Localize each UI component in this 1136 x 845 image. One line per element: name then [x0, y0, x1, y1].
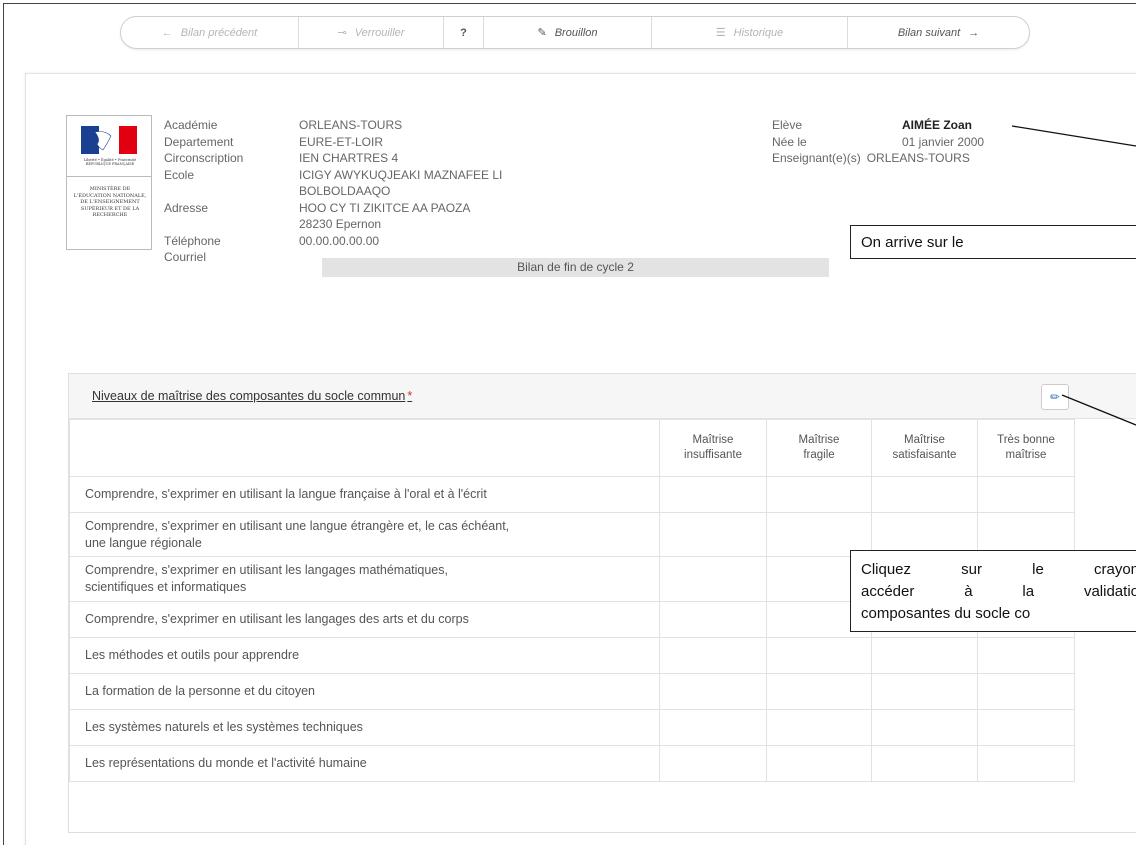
row-label: Les méthodes et outils pour apprendre [69, 637, 660, 674]
callout-pencil: Cliquez sur le crayon accéder à la valid… [850, 550, 1136, 632]
help-label: ? [460, 26, 467, 39]
table-row: La formation de la personne et du citoye… [69, 673, 1075, 710]
level-cell [766, 673, 872, 710]
ecole-label: Ecole [164, 167, 195, 182]
header-satisfaisante: Maîtrise satisfaisante [871, 419, 978, 477]
level-cell [977, 637, 1075, 674]
header-component [69, 419, 660, 477]
departement-value: EURE-ET-LOIR [299, 134, 384, 149]
school-info: Académie ORLEANS-TOURS Departement EURE-ET… [164, 117, 502, 266]
table-row: Les méthodes et outils pour apprendre [69, 637, 1075, 674]
level-cell [659, 673, 767, 710]
section-title: Niveaux de maîtrise des composantes du s… [92, 389, 413, 403]
next-bilan-label: Bilan suivant [897, 26, 961, 39]
level-cell [871, 476, 978, 513]
row-label: Comprendre, s'exprimer en utilisant les … [69, 556, 660, 602]
level-cell [659, 476, 767, 513]
level-cell [871, 745, 978, 782]
level-cell [659, 512, 767, 557]
birth-label: Née le [772, 134, 807, 149]
marianne-flag-icon [81, 126, 137, 154]
courriel-label: Courriel [164, 250, 207, 264]
callout-pencil-line-3: composantes du socle co [861, 605, 1031, 622]
teacher-value: ORLEANS-TOURS [866, 151, 970, 165]
level-cell [766, 476, 872, 513]
edit-pencil-button[interactable]: ✏ [1041, 384, 1069, 410]
section-header: Niveaux de maîtrise des composantes du s… [69, 374, 1136, 419]
departement-label: Departement [164, 134, 234, 149]
bilan-title: Bilan de fin de cycle 2 [322, 258, 829, 277]
circonscription-label: Circonscription [164, 151, 244, 165]
adresse-value-2: 28230 Epernon [299, 217, 382, 231]
level-cell [766, 745, 872, 782]
logo-ministry-text: MINISTÈRE DE L'ÉDUCATION NATIONALE, DE L… [73, 186, 147, 218]
level-cell [659, 637, 767, 674]
table-row: Les systèmes naturels et les systèmes te… [69, 709, 1075, 746]
circonscription-value: IEN CHARTRES 4 [299, 151, 399, 165]
ecole-value-2: BOLBOLDAAQO [299, 184, 391, 198]
level-cell [766, 637, 872, 674]
callout-arrival: On arrive sur le [850, 225, 1136, 259]
header-tres-bonne: Très bonne maîtrise [977, 419, 1075, 477]
arrow-right-icon: → [968, 26, 980, 39]
next-bilan-button[interactable]: Bilan suivant → [848, 17, 1029, 48]
logo-divider [67, 176, 151, 177]
telephone-value: 00.00.00.00.00 [299, 233, 380, 248]
callout-pencil-line-2: accéder à la validatio [861, 583, 1136, 600]
level-cell [659, 709, 767, 746]
academie-label: Académie [164, 118, 218, 132]
telephone-label: Téléphone [164, 233, 221, 248]
student-name: AIMÉE Zoan [902, 118, 973, 132]
level-cell [977, 745, 1075, 782]
birth-date: 01 janvier 2000 [902, 134, 985, 149]
edit-icon: ✎ [537, 27, 547, 39]
logo-motto: Liberté • Égalité • Fraternité RÉPUBLIQU… [83, 158, 137, 166]
level-cell [871, 637, 978, 674]
adresse-label: Adresse [164, 200, 209, 215]
draft-label: Brouillon [554, 26, 598, 39]
history-button[interactable]: ☰ Historique [652, 17, 848, 48]
adresse-value: HOO CY TI ZIKITCE AA PAOZA [299, 200, 471, 215]
row-label: Les systèmes naturels et les systèmes te… [69, 709, 660, 746]
ministry-logo: Liberté • Égalité • Fraternité RÉPUBLIQU… [66, 115, 152, 250]
row-label: Les représentations du monde et l'activi… [69, 745, 660, 782]
table-row: Les représentations du monde et l'activi… [69, 745, 1075, 782]
row-label: Comprendre, s'exprimer en utilisant une … [69, 512, 660, 557]
lock-label: Verrouiller [354, 26, 405, 39]
level-cell [871, 673, 978, 710]
level-cell [659, 745, 767, 782]
previous-bilan-label: Bilan précédent [180, 26, 258, 39]
list-icon: ☰ [715, 27, 726, 39]
eleve-label: Elève [772, 118, 803, 132]
level-cell [659, 556, 767, 602]
required-mark: * [407, 389, 413, 403]
academie-value: ORLEANS-TOURS [299, 118, 403, 132]
pencil-icon: ✏ [1049, 390, 1061, 404]
level-cell [871, 709, 978, 746]
level-cell [977, 673, 1075, 710]
lock-button[interactable]: ⊸ Verrouiller [299, 17, 444, 48]
key-icon: ⊸ [337, 27, 347, 39]
navigation-toolbar: ← Bilan précédent ⊸ Verrouiller ? ✎ Brou… [120, 16, 1030, 49]
table-row: Comprendre, s'exprimer en utilisant la l… [69, 476, 1075, 513]
student-info: Elève AIMÉE Zoan Née le 01 janvier 2000 En… [772, 117, 984, 167]
level-cell [766, 709, 872, 746]
draft-button[interactable]: ✎ Brouillon [484, 17, 652, 48]
ecole-value: ICIGY AWYKUQJEAKI MAZNAFEE LI [299, 167, 503, 182]
history-label: Historique [733, 26, 784, 39]
header-insuffisante: Maîtrise insuffisante [659, 419, 767, 477]
header-fragile: Maîtrise fragile [766, 419, 872, 477]
level-cell [977, 476, 1075, 513]
level-cell [659, 601, 767, 638]
row-label: La formation de la personne et du citoye… [69, 673, 660, 710]
level-cell [977, 709, 1075, 746]
help-button[interactable]: ? [444, 17, 484, 48]
row-label: Comprendre, s'exprimer en utilisant les … [69, 601, 660, 638]
arrow-left-icon: ← [161, 26, 173, 39]
row-label: Comprendre, s'exprimer en utilisant la l… [69, 476, 660, 513]
callout-pencil-line-1: Cliquez sur le crayon [861, 561, 1136, 578]
teacher-label: Enseignant(e)(s) [772, 151, 861, 165]
previous-bilan-button[interactable]: ← Bilan précédent [121, 17, 299, 48]
